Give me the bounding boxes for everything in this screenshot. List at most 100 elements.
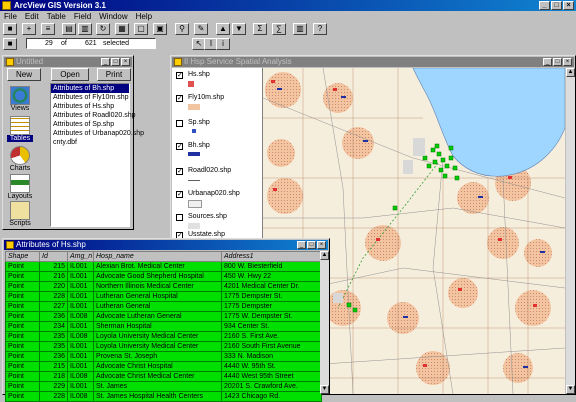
table-cell[interactable]: Point <box>5 301 40 312</box>
project-minimize-button[interactable]: _ <box>101 58 110 66</box>
table-cell[interactable]: 333 N. Madison <box>221 351 322 362</box>
table-cell[interactable]: 1775 W. Dempster St. <box>221 311 322 322</box>
copy-icon[interactable]: ▥ <box>78 23 92 35</box>
table-cell[interactable]: Point <box>5 281 40 292</box>
table-cell[interactable]: 215 <box>39 261 68 272</box>
table-cell[interactable]: IL001 <box>67 281 94 292</box>
table-cell[interactable]: Loyola University Medical Center <box>93 331 222 342</box>
table-cell[interactable]: 1775 Dempster St. <box>221 291 322 302</box>
table-cell[interactable]: Point <box>5 341 40 352</box>
summarize-icon[interactable]: Σ <box>253 23 267 35</box>
view-close-button[interactable]: × <box>563 58 572 66</box>
table-cell[interactable]: IL001 <box>67 341 94 352</box>
promote-icon[interactable]: ▣ <box>153 23 167 35</box>
table-cell[interactable]: 4440 W. 95th St. <box>221 361 322 372</box>
table-cell[interactable]: IL001 <box>67 291 94 302</box>
menu-file[interactable]: File <box>4 12 17 21</box>
help-icon[interactable]: ? <box>313 23 327 35</box>
table-cell[interactable]: 229 <box>39 381 68 392</box>
table-list-item[interactable]: Attributes of Urbanap020.shp <box>51 129 144 138</box>
table-list-item[interactable]: Attributes of Bh.shp <box>51 84 129 93</box>
save-icon[interactable]: ■ <box>3 23 17 35</box>
table-cell[interactable]: Northern Illinois Medical Center <box>93 281 222 292</box>
column-header[interactable]: Shape <box>5 251 40 262</box>
refresh-icon[interactable]: ↻ <box>96 23 110 35</box>
doc-scripts[interactable]: Scripts <box>7 201 33 227</box>
menu-edit[interactable]: Edit <box>25 12 39 21</box>
table-cell[interactable]: Point <box>5 331 40 342</box>
menu-table[interactable]: Table <box>47 12 66 21</box>
table-cell[interactable]: 2160 South First Avenue <box>221 341 322 352</box>
maximize-button[interactable]: □ <box>551 1 562 10</box>
layer-checkbox[interactable] <box>176 214 183 221</box>
table-row[interactable]: Point 234 IL001 Sherman Hospital 934 Center … <box>5 321 322 332</box>
table-cell[interactable]: Point <box>5 371 40 382</box>
table-cell[interactable]: Loyola University Medical Center <box>93 341 222 352</box>
table-cell[interactable]: IL008 <box>67 331 94 342</box>
print-button[interactable]: Print <box>97 68 131 81</box>
table-cell[interactable]: 235 <box>39 341 68 352</box>
layer-checkbox[interactable]: ✓ <box>176 95 183 102</box>
table-cell[interactable]: 800 W. Biesterfield <box>221 261 322 272</box>
table-cell[interactable]: 234 <box>39 321 68 332</box>
table-row[interactable]: Point 228 IL001 Lutheran General Hospital 17… <box>5 291 322 302</box>
table-row[interactable]: Point 227 IL001 Lutheran General 1775 Dempst… <box>5 301 322 312</box>
table-cell[interactable]: Point <box>5 261 40 272</box>
table-row[interactable]: Point 235 IL008 Loyola University Medical C… <box>5 331 322 342</box>
table-cell[interactable]: Advocate Good Shepherd Hospital <box>93 271 222 282</box>
table-row[interactable]: Point 235 IL001 Loyola University Medical C… <box>5 341 322 352</box>
table-close-button[interactable]: × <box>317 241 326 249</box>
chart-icon[interactable]: ▥ <box>293 23 307 35</box>
table-cell[interactable]: 934 Center St. <box>221 321 322 332</box>
add-table-icon[interactable]: + <box>22 23 36 35</box>
layer-checkbox[interactable]: ✓ <box>176 72 183 79</box>
table-cell[interactable]: 20201 S. Crawford Ave. <box>221 381 322 392</box>
table-row[interactable]: Point 216 IL001 Advocate Good Shepherd Hosp… <box>5 271 322 282</box>
layer-checkbox[interactable] <box>176 120 183 127</box>
properties-icon[interactable]: ≡ <box>41 23 55 35</box>
table-cell[interactable]: IL001 <box>67 321 94 332</box>
layer-checkbox[interactable]: ✓ <box>176 143 183 150</box>
scroll-up-arrow[interactable]: ▲ <box>566 68 575 77</box>
doc-tables[interactable]: Tables <box>7 116 33 142</box>
table-cell[interactable]: IL001 <box>67 381 94 392</box>
column-header[interactable]: Hosp_name <box>93 251 222 262</box>
select-all-icon[interactable]: ▦ <box>115 23 129 35</box>
sort-descending-icon[interactable]: ▼ <box>232 23 246 35</box>
table-cell[interactable]: IL001 <box>67 361 94 372</box>
table-cell[interactable]: 235 <box>39 331 68 342</box>
table-cell[interactable]: IL008 <box>67 391 94 402</box>
table-cell[interactable]: Lutheran General <box>93 301 222 312</box>
table-cell[interactable]: Advocate Christ Hospital <box>93 361 222 372</box>
minimize-button[interactable]: _ <box>539 1 550 10</box>
disk-icon[interactable]: ■ <box>3 38 17 50</box>
table-row[interactable]: Point 215 IL001 Alexian Brot. Medical Cente… <box>5 261 322 272</box>
table-cell[interactable]: 1423 Chicago Rd. <box>221 391 322 402</box>
table-cell[interactable]: IL001 <box>67 271 94 282</box>
cut-icon[interactable]: ▤ <box>62 23 76 35</box>
column-header[interactable]: Id <box>39 251 68 262</box>
table-cell[interactable]: Point <box>5 391 40 402</box>
table-cell[interactable]: Point <box>5 311 40 322</box>
table-cell[interactable]: 215 <box>39 361 68 372</box>
statistics-icon[interactable]: ∑ <box>272 23 286 35</box>
table-row[interactable]: Point 218 IL008 Advocate Christ Medical Cen… <box>5 371 322 382</box>
table-cell[interactable]: 236 <box>39 311 68 322</box>
table-cell[interactable]: IL001 <box>67 351 94 362</box>
table-cell[interactable]: 228 <box>39 291 68 302</box>
table-cell[interactable]: St. James Hospital Health Centers <box>93 391 222 402</box>
table-cell[interactable]: Provena St. Joseph <box>93 351 222 362</box>
table-cell[interactable]: 228 <box>39 391 68 402</box>
project-close-button[interactable]: × <box>121 58 130 66</box>
table-list-item[interactable]: Attributes of Sp.shp <box>51 120 129 129</box>
doc-layouts[interactable]: Layouts <box>7 174 33 200</box>
new-button[interactable]: New <box>7 68 41 81</box>
doc-charts[interactable]: Charts <box>7 146 33 172</box>
table-cell[interactable]: 4440 West 95th Street <box>221 371 322 382</box>
table-maximize-button[interactable]: □ <box>307 241 316 249</box>
table-cell[interactable]: Point <box>5 291 40 302</box>
column-header[interactable]: Address1 <box>221 251 322 262</box>
table-list-item[interactable]: Attributes of Fly10m.shp <box>51 93 129 102</box>
table-cell[interactable]: Advocate Lutheran General <box>93 311 222 322</box>
table-cell[interactable]: 450 W. Hwy 22 <box>221 271 322 282</box>
